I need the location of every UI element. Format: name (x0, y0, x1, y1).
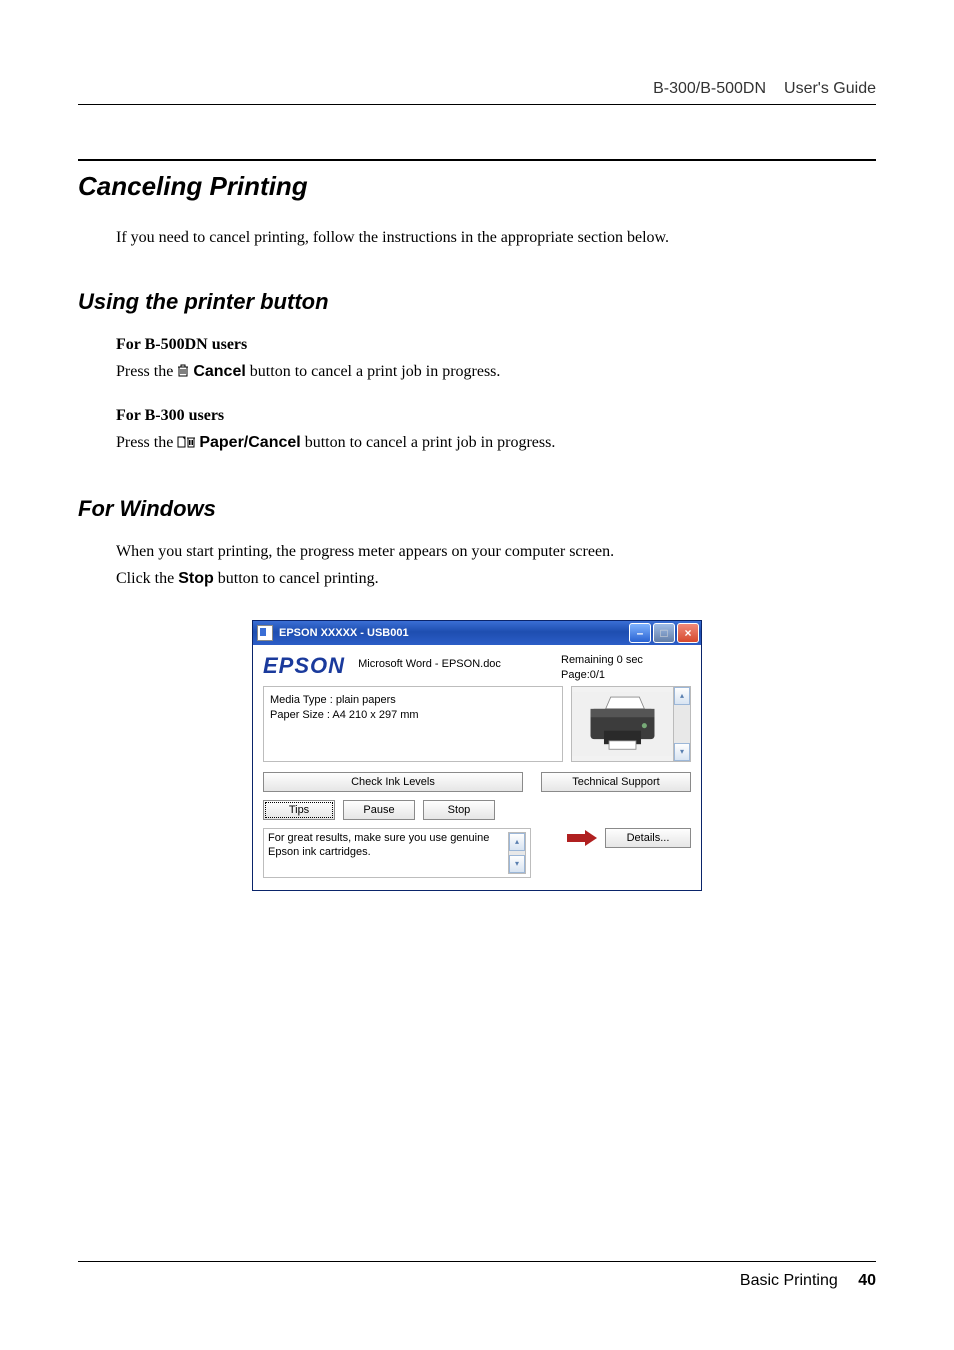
tips-scroll-up-button[interactable]: ▴ (509, 833, 525, 851)
header-model: B-300/B-500DN (653, 80, 766, 97)
page-footer: Basic Printing 40 (78, 1261, 876, 1290)
b500-title: For B-500DN users (116, 333, 876, 356)
page-header: B-300/B-500DN User's Guide (78, 80, 876, 105)
paper-cancel-icon (177, 433, 195, 456)
footer-page-number: 40 (858, 1272, 876, 1289)
printer-preview (571, 686, 674, 762)
footer-section: Basic Printing (740, 1272, 838, 1289)
b500-button-label: Cancel (193, 363, 245, 380)
paper-size: Paper Size : A4 210 x 297 mm (270, 708, 556, 723)
app-icon (257, 625, 273, 641)
tips-scroll-down-button[interactable]: ▾ (509, 855, 525, 873)
pause-button[interactable]: Pause (343, 800, 415, 820)
epson-logo: EPSON (263, 653, 345, 678)
progress-meter-window: EPSON XXXXX - USB001 – □ × EPSON Microso… (252, 620, 702, 891)
details-button[interactable]: Details... (605, 828, 691, 848)
media-info-box: Media Type : plain papers Paper Size : A… (263, 686, 563, 762)
document-name: Microsoft Word - EPSON.doc (358, 658, 501, 670)
technical-support-button[interactable]: Technical Support (541, 772, 691, 792)
cancel-icon (177, 362, 189, 385)
b300-instruction: Press the Paper/Cancel button to cancel … (116, 431, 876, 456)
header-doc: User's Guide (784, 80, 876, 97)
tips-message: For great results, make sure you use gen… (268, 832, 508, 874)
heading-using-printer-button: Using the printer button (78, 289, 876, 315)
intro-text: If you need to cancel printing, follow t… (116, 226, 876, 249)
stop-button[interactable]: Stop (423, 800, 495, 820)
windows-intro: When you start printing, the progress me… (116, 540, 876, 563)
heading-canceling-printing: Canceling Printing (78, 159, 876, 202)
window-title: EPSON XXXXX - USB001 (279, 627, 629, 639)
page-count: Page:0/1 (561, 668, 691, 682)
arrow-icon (567, 832, 597, 844)
minimize-button[interactable]: – (629, 623, 651, 643)
preview-scrollbar[interactable]: ▴ ▾ (674, 686, 691, 762)
media-type: Media Type : plain papers (270, 693, 556, 708)
maximize-button[interactable]: □ (653, 623, 675, 643)
tips-message-box: For great results, make sure you use gen… (263, 828, 531, 878)
b500-instruction: Press the Cancel button to cancel a prin… (116, 360, 876, 385)
b300-button-label: Paper/Cancel (199, 434, 300, 451)
check-ink-levels-button[interactable]: Check Ink Levels (263, 772, 523, 792)
scroll-down-button[interactable]: ▾ (674, 743, 690, 761)
tips-scrollbar[interactable]: ▴ ▾ (508, 832, 526, 874)
windows-click-stop: Click the Stop button to cancel printing… (116, 567, 876, 590)
close-button[interactable]: × (677, 623, 699, 643)
scroll-up-button[interactable]: ▴ (674, 687, 690, 705)
remaining-time: Remaining 0 sec (561, 653, 691, 667)
heading-for-windows: For Windows (78, 496, 876, 522)
titlebar: EPSON XXXXX - USB001 – □ × (253, 621, 701, 645)
stop-label-inline: Stop (178, 570, 214, 587)
b300-title: For B-300 users (116, 404, 876, 427)
tips-button[interactable]: Tips (263, 800, 335, 820)
